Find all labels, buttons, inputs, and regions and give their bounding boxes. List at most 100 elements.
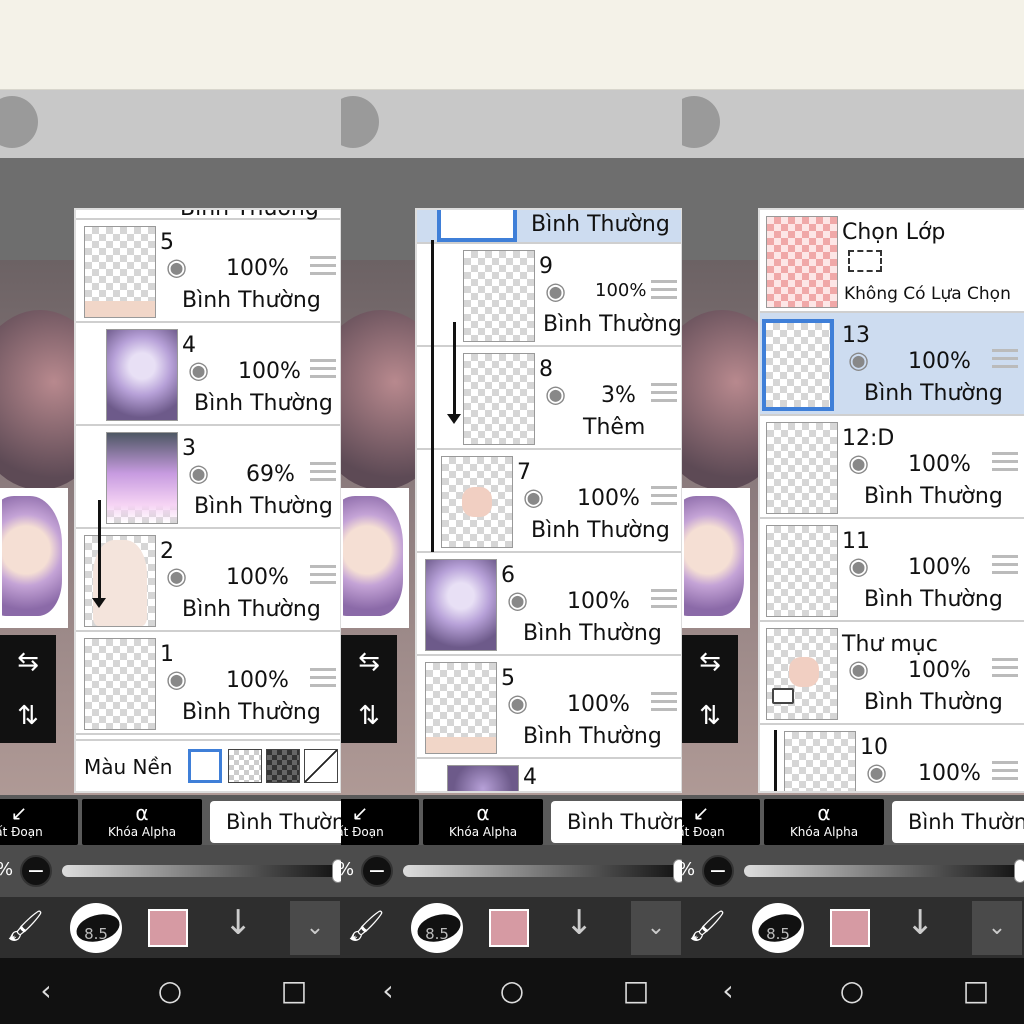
layer-blend-mode[interactable]: Bình Thường <box>523 724 662 749</box>
layer-blend-mode[interactable]: Bình Thường <box>194 494 333 519</box>
home-icon[interactable]: ○ <box>832 974 872 1007</box>
layer-opacity[interactable]: 100% <box>567 589 630 614</box>
layer-row[interactable]: 7 ◉ 100% Bình Thường <box>417 450 681 553</box>
eye-icon[interactable]: ◉ <box>848 348 884 372</box>
brush-icon[interactable]: 🖌 <box>347 909 385 944</box>
brush-size-button[interactable]: 8.5 <box>411 903 464 953</box>
drag-handle-icon[interactable] <box>310 359 336 381</box>
alpha-lock-button[interactable]: α Khóa Alpha <box>423 799 543 845</box>
layer-blend-mode[interactable]: Bình Thường <box>182 700 321 725</box>
opacity-slider-knob[interactable] <box>1014 859 1024 883</box>
eye-icon[interactable]: ◉ <box>507 588 543 612</box>
bg-none-option[interactable] <box>304 749 338 783</box>
arrow-down-icon[interactable]: ↓ <box>224 903 253 943</box>
flip-horizontal-icon[interactable]: ⇆ <box>682 635 738 689</box>
eye-icon[interactable]: ◉ <box>188 358 224 382</box>
layer-opacity[interactable]: 69% <box>246 462 295 487</box>
eye-icon[interactable]: ◉ <box>166 255 202 279</box>
back-icon[interactable]: ‹ <box>26 974 66 1007</box>
expand-icon[interactable]: ⌄ <box>631 901 681 955</box>
drag-handle-icon[interactable] <box>310 668 336 690</box>
blend-mode-select[interactable]: Bình Thườn <box>892 801 1024 843</box>
expand-icon[interactable]: ⌄ <box>972 901 1022 955</box>
brush-icon[interactable]: 🖌 <box>6 909 44 944</box>
drag-handle-icon[interactable] <box>992 555 1018 577</box>
color-swatch[interactable] <box>489 909 529 947</box>
eye-icon[interactable]: ◉ <box>866 760 902 784</box>
drag-handle-icon[interactable] <box>992 761 1018 783</box>
layer-row[interactable]: 10 ◉ 100% <box>760 725 1024 791</box>
drag-handle-icon[interactable] <box>992 349 1018 371</box>
layer-row[interactable]: 4 ◉ 100% Bình Thường <box>76 323 340 426</box>
opacity-minus-button[interactable]: − <box>361 855 393 887</box>
layer-opacity[interactable]: 100% <box>908 452 971 477</box>
alpha-lock-button[interactable]: α Khóa Alpha <box>82 799 202 845</box>
eye-icon[interactable]: ◉ <box>545 279 581 303</box>
eye-icon[interactable]: ◉ <box>166 667 202 691</box>
layer-blend-mode[interactable]: Bình Thường <box>182 597 321 622</box>
opacity-minus-button[interactable]: − <box>702 855 734 887</box>
layer-row[interactable]: 6 ◉ 100% Bình Thường <box>417 553 681 656</box>
bg-white-option[interactable] <box>188 749 222 783</box>
navigator-preview[interactable] <box>682 488 750 628</box>
opacity-slider[interactable] <box>62 865 340 877</box>
opacity-slider[interactable] <box>744 865 1022 877</box>
layer-opacity[interactable]: 100% <box>908 349 971 374</box>
opacity-minus-button[interactable]: − <box>20 855 52 887</box>
layer-opacity[interactable]: 100% <box>226 565 289 590</box>
layer-blend-mode[interactable]: Bình Thường <box>864 484 1003 509</box>
eye-icon[interactable]: ◉ <box>848 554 884 578</box>
layer-row-partial[interactable]: 4 <box>417 759 681 791</box>
merge-down-button[interactable]: ↙ất Đoạn <box>341 799 419 845</box>
layer-opacity[interactable]: 100% <box>567 692 630 717</box>
alpha-lock-button[interactable]: α Khóa Alpha <box>764 799 884 845</box>
arrow-down-icon[interactable]: ↓ <box>906 903 935 943</box>
back-icon[interactable]: ‹ <box>368 974 408 1007</box>
recent-apps-icon[interactable]: □ <box>956 974 996 1007</box>
brush-size-button[interactable]: 8.5 <box>70 903 123 953</box>
layer-opacity[interactable]: 100% <box>226 256 289 281</box>
flip-horizontal-icon[interactable]: ⇆ <box>341 635 397 689</box>
eye-icon[interactable]: ◉ <box>848 451 884 475</box>
opacity-slider[interactable] <box>403 865 681 877</box>
expand-icon[interactable]: ⌄ <box>290 901 340 955</box>
eye-icon[interactable]: ◉ <box>166 564 202 588</box>
navigator-preview[interactable] <box>341 488 409 628</box>
layer-row-selected[interactable]: 13 ◉ 100% Bình Thường <box>760 313 1024 416</box>
flip-vertical-icon[interactable]: ⇅ <box>0 689 56 743</box>
merge-down-button[interactable]: ↙ất Đoạn <box>0 799 78 845</box>
merge-down-button[interactable]: ↙ất Đoạn <box>682 799 760 845</box>
eye-icon[interactable]: ◉ <box>545 382 581 406</box>
layer-row[interactable]: 9 ◉ 100% Bình Thường <box>417 244 681 347</box>
flip-vertical-icon[interactable]: ⇅ <box>341 689 397 743</box>
layer-blend-mode[interactable]: Thêm <box>583 415 645 440</box>
layer-blend-mode[interactable]: Bình Thường <box>531 518 670 543</box>
bg-dark-checker-option[interactable] <box>266 749 300 783</box>
layer-row[interactable]: 3 ◉ 69% Bình Thường <box>76 426 340 529</box>
layer-blend-mode[interactable]: Bình Thường <box>864 690 1003 715</box>
layer-row[interactable]: 8 ◉ 3% Thêm <box>417 347 681 450</box>
layer-opacity[interactable]: 100% <box>908 555 971 580</box>
layer-blend-mode[interactable]: Bình Thường <box>864 381 1003 406</box>
layer-row[interactable]: 11 ◉ 100% Bình Thường <box>760 519 1024 622</box>
drag-handle-icon[interactable] <box>992 452 1018 474</box>
layer-opacity[interactable]: 100% <box>918 761 981 786</box>
layer-opacity[interactable]: 100% <box>595 280 646 301</box>
arrow-down-icon[interactable]: ↓ <box>565 903 594 943</box>
home-icon[interactable]: ○ <box>150 974 190 1007</box>
flip-horizontal-icon[interactable]: ⇆ <box>0 635 56 689</box>
folder-row[interactable]: Thư mục ◉ 100% Bình Thường <box>760 622 1024 725</box>
brush-size-button[interactable]: 8.5 <box>752 903 805 953</box>
layer-opacity[interactable]: 100% <box>908 658 971 683</box>
recent-apps-icon[interactable]: □ <box>616 974 656 1007</box>
brush-icon[interactable]: 🖌 <box>688 909 726 944</box>
drag-handle-icon[interactable] <box>651 280 677 302</box>
layer-row[interactable]: 1 ◉ 100% Bình Thường <box>76 632 340 735</box>
blend-mode-select[interactable]: Bình Thườn <box>210 801 342 843</box>
eye-icon[interactable]: ◉ <box>188 461 224 485</box>
drag-handle-icon[interactable] <box>310 565 336 587</box>
layer-blend-mode[interactable]: Bình Thường <box>523 621 662 646</box>
drag-handle-icon[interactable] <box>651 692 677 714</box>
drag-handle-icon[interactable] <box>651 589 677 611</box>
layer-opacity[interactable]: 100% <box>238 359 301 384</box>
